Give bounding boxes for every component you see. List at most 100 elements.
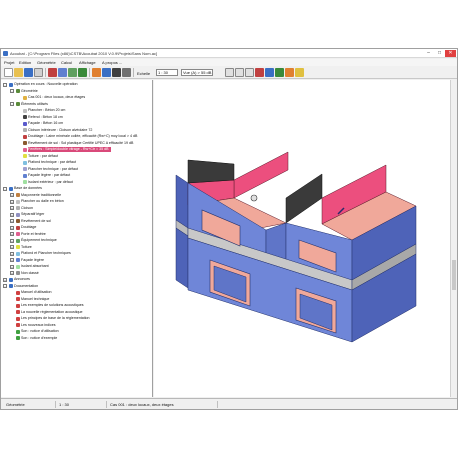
tree-item[interactable]: Base de données <box>14 186 42 191</box>
expand-icon[interactable]: + <box>10 219 14 223</box>
tree-item[interactable]: Éléments utilisés <box>21 102 48 107</box>
tree-item[interactable]: La nouvelle réglementation acoustique <box>21 310 83 315</box>
save-icon[interactable] <box>24 68 33 77</box>
close-button[interactable]: ✕ <box>445 50 456 57</box>
tree-item[interactable]: Isolant extérieur : par défaut <box>28 180 73 185</box>
tree-node-icon <box>15 297 20 301</box>
menu-edition[interactable]: Edition <box>19 60 31 65</box>
tree-item[interactable]: Documentation <box>14 284 38 289</box>
tree-item[interactable]: Les nouveaux indices <box>21 323 56 328</box>
tree-item[interactable]: Son : notice d'utilisation <box>21 329 59 334</box>
results-icon[interactable] <box>102 68 111 77</box>
tree-item[interactable]: Équipement technique <box>21 238 57 243</box>
tree-item[interactable]: Maçonnerie traditionnelle <box>21 193 61 198</box>
scale-select[interactable]: 1 : 30 <box>156 69 178 76</box>
rotate-icon[interactable] <box>265 68 274 77</box>
tree-node-icon <box>15 102 20 106</box>
expand-icon[interactable]: + <box>3 277 7 282</box>
scroll-thumb[interactable] <box>452 260 456 290</box>
expand-icon[interactable]: + <box>10 225 14 230</box>
collapse-icon[interactable]: - <box>10 89 14 93</box>
expand-icon[interactable]: + <box>10 245 14 249</box>
expand-icon[interactable]: + <box>10 193 14 197</box>
tree-item[interactable]: Façade légère <box>21 258 44 263</box>
tree-item[interactable]: Non classé <box>21 271 39 276</box>
tree-item[interactable]: Doublage : Laine minérale collée, effica… <box>28 134 137 139</box>
tree-item[interactable]: Porte et fenêtre <box>21 232 46 237</box>
tree-item[interactable]: Revêtement de sol : Sol plastique Certif… <box>28 141 133 146</box>
open-folder-icon[interactable] <box>14 68 23 77</box>
zoom-out-icon[interactable] <box>235 68 244 77</box>
maximize-button[interactable]: □ <box>434 50 445 57</box>
view-3d-icon[interactable] <box>275 68 284 77</box>
tree-item[interactable]: Façade : Béton 16 cm <box>28 121 63 126</box>
tree-item[interactable]: Son : notice d'exemple <box>21 336 57 341</box>
tree-item[interactable]: Manuel technique <box>21 297 49 302</box>
expand-icon[interactable]: + <box>10 232 14 236</box>
copy-icon[interactable] <box>58 68 67 77</box>
tree-item[interactable]: Opération en cours : Nouvelle opération <box>14 82 78 87</box>
tree-item[interactable]: Séparatif léger <box>21 212 44 217</box>
expand-icon[interactable]: + <box>10 206 14 210</box>
tree-item[interactable]: Les principes de base de la réglementati… <box>21 316 90 321</box>
menu-projet[interactable]: Projet <box>4 60 14 65</box>
expand-icon[interactable]: + <box>10 258 14 262</box>
collapse-icon[interactable]: - <box>10 102 14 106</box>
collapse-icon[interactable]: - <box>3 284 7 288</box>
tree-item[interactable]: Cas 001 : deux locaux, deux étages <box>28 95 85 100</box>
print-icon[interactable] <box>34 68 43 77</box>
tree-item[interactable]: Revêtement de sol <box>21 219 51 224</box>
menu-affichage[interactable]: Affichage <box>79 60 96 65</box>
menu-geometrie[interactable]: Géométrie <box>37 60 56 65</box>
toolbar-separator <box>45 68 46 77</box>
tree-item[interactable]: Les exemples de solutions acoustiques <box>21 303 84 308</box>
tree-item[interactable]: Annonces <box>14 277 30 282</box>
expand-icon[interactable]: + <box>10 212 14 217</box>
view-front-icon[interactable] <box>295 68 304 77</box>
expand-icon[interactable]: + <box>10 264 14 269</box>
tree-item[interactable]: Cloison intérieure : Cloison alvéolaire … <box>28 128 92 133</box>
status-mode: Géométrie <box>4 401 56 408</box>
tree-item[interactable]: Plancher technique : par défaut <box>28 167 78 172</box>
menu-a-propos[interactable]: A propos ... <box>102 60 122 65</box>
result-select[interactable]: Vue (A) > 55 dB <box>181 69 213 76</box>
tree-item[interactable]: Plancher : Béton 20 cm <box>28 108 65 113</box>
minimize-button[interactable]: – <box>423 50 434 57</box>
app-icon <box>3 51 8 56</box>
tree-item[interactable]: Géométrie <box>21 89 38 94</box>
tree-item[interactable]: Refend : Béton 18 cm <box>28 115 63 120</box>
collapse-icon[interactable]: - <box>3 82 7 87</box>
tree-item[interactable]: Plafond et Plancher techniques <box>21 251 71 256</box>
undo-icon[interactable] <box>78 68 87 77</box>
tree-item[interactable]: Toiture : par défaut <box>28 154 58 159</box>
zoom-in-icon[interactable] <box>225 68 234 77</box>
tree-item[interactable]: Fenêtres : Simple/double vitrage - Rw+Ct… <box>28 147 111 152</box>
menu-calcul[interactable]: Calcul <box>61 60 72 65</box>
calculate-icon[interactable] <box>92 68 101 77</box>
expand-icon[interactable]: + <box>10 271 14 275</box>
select-arrow-icon[interactable] <box>245 68 254 77</box>
new-file-icon[interactable] <box>4 68 13 77</box>
cut-icon[interactable] <box>48 68 57 77</box>
view-top-icon[interactable] <box>285 68 294 77</box>
tree-item[interactable]: Façade légère : par défaut <box>28 173 70 178</box>
3d-viewport[interactable] <box>154 80 450 397</box>
headphones-icon[interactable] <box>112 68 121 77</box>
tree-item[interactable]: Isolant absorbant <box>21 264 49 269</box>
tree-item[interactable]: Plancher ou dalle en béton <box>21 199 64 204</box>
tree-item[interactable]: Manuel d'utilisation <box>21 290 51 295</box>
vertical-scrollbar[interactable] <box>450 80 456 397</box>
tree-item[interactable]: Plafond technique : par défaut <box>28 160 76 165</box>
tree-node-icon <box>8 186 13 191</box>
move-icon[interactable] <box>255 68 264 77</box>
paste-icon[interactable] <box>68 68 77 77</box>
tree-item[interactable]: Doublage <box>21 225 36 230</box>
sound-icon[interactable] <box>122 68 131 77</box>
project-tree[interactable]: Opération en cours : Nouvelle opération -… <box>1 80 153 397</box>
tree-item[interactable]: Toiture <box>21 245 32 250</box>
expand-icon[interactable]: + <box>10 238 14 243</box>
expand-icon[interactable]: + <box>10 199 14 204</box>
collapse-icon[interactable]: - <box>3 186 7 191</box>
expand-icon[interactable]: + <box>10 251 14 256</box>
tree-item[interactable]: Cloison <box>21 206 33 211</box>
